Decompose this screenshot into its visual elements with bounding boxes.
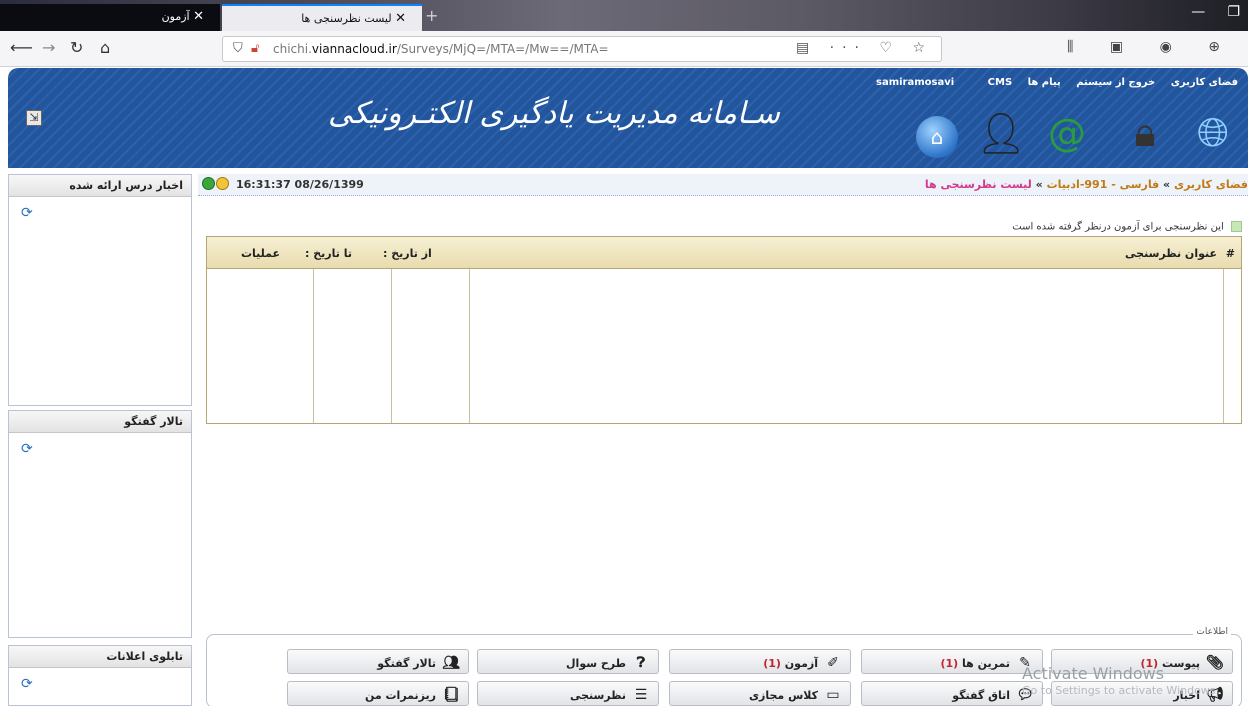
toolbar-icons[interactable]: ⫼ ▣ ◉ ⊕ xyxy=(1067,39,1236,55)
tab-surveys-list[interactable]: ✕ لیست نظرسنجی ها xyxy=(222,4,422,31)
question-icon: ❓︎ xyxy=(636,655,646,671)
breadcrumb-current: لیست نظرسنجی ها xyxy=(924,178,1032,191)
sidebar-box-forum: تالار گفتگو ⟳ xyxy=(8,410,192,638)
column-divider xyxy=(469,269,470,423)
activate-windows-hint: Go to Settings to activate Windows xyxy=(1022,684,1216,697)
surveys-table: # عنوان نظرسنجی از تاریخ : تا تاریخ : عم… xyxy=(206,236,1242,424)
link-cms[interactable]: CMS xyxy=(988,77,1013,88)
url-path: /Surveys/MjQ=/MTA=/Mw==/MTA= xyxy=(396,42,609,56)
url-actions[interactable]: ▤ ··· ♡ ☆ xyxy=(796,40,933,56)
reload-icon[interactable]: ↻ xyxy=(70,38,83,57)
navigation-bar: ⟵ → ↻ ⌂ ⛉ 🔓︎ chichi.viannacloud.ir/Surve… xyxy=(0,31,1248,67)
home-icon[interactable]: ⌂ xyxy=(100,38,110,57)
button-label: اتاق گفتگو xyxy=(952,689,1010,702)
window-controls[interactable]: — ❐ xyxy=(1191,4,1240,20)
datetime: 16:31:37 08/26/1399 xyxy=(236,178,364,191)
new-tab-icon[interactable]: + xyxy=(425,6,438,25)
table-header: # عنوان نظرسنجی از تاریخ : تا تاریخ : عم… xyxy=(207,237,1241,269)
column-divider xyxy=(391,269,392,423)
my-grades-button[interactable]: 📒︎ ریزنمرات من xyxy=(287,681,469,706)
sidebar-box-title: اخبار درس ارائه شده xyxy=(9,175,191,197)
url-domain: viannacloud.ir xyxy=(311,42,397,56)
exercises-button[interactable]: ✎تمرین ها (1) xyxy=(861,649,1043,674)
virtual-class-button[interactable]: ▭ کلاس مجازی xyxy=(669,681,851,706)
list-icon: ☰ xyxy=(634,687,648,703)
email-icon[interactable]: @ xyxy=(1042,108,1092,158)
sun-icon xyxy=(216,177,229,190)
count-badge: (1) xyxy=(763,657,781,670)
link-logout[interactable]: خروج از سیستم xyxy=(1076,77,1155,88)
button-label: نظرسنجی xyxy=(569,689,626,702)
refresh-icon[interactable]: ⟳ xyxy=(21,441,35,457)
breadcrumb: فضای کاربری » فارسی - 991-ادبیات » لیست … xyxy=(925,178,1248,191)
shield-icon[interactable]: ⛉ xyxy=(233,41,243,56)
breadcrumb-course[interactable]: فارسی - 991-ادبیات xyxy=(1047,178,1160,191)
legend-swatch xyxy=(1231,221,1242,232)
tab-title: لیست نظرسنجی ها xyxy=(301,12,392,25)
button-label: ریزنمرات من xyxy=(364,689,436,702)
chat-room-button[interactable]: 💬︎اتاق گفتگو xyxy=(861,681,1043,706)
col-survey-title: عنوان نظرسنجی xyxy=(1125,247,1217,260)
url-prefix: chichi. xyxy=(273,42,312,56)
board-icon: ▭ xyxy=(826,687,840,703)
user-icon[interactable]: 👤︎ xyxy=(976,108,1027,158)
home-icon[interactable]: ⌂ xyxy=(916,116,958,158)
activate-windows-watermark: Activate Windows xyxy=(1022,664,1165,683)
username[interactable]: samiramosavi xyxy=(876,77,954,88)
lock-icon[interactable]: 🔒︎ xyxy=(1120,108,1170,158)
button-label: تالار گفتگو xyxy=(377,657,436,670)
question-design-button[interactable]: ❓︎ طرح سوال xyxy=(477,649,659,674)
col-to-date: تا تاریخ : xyxy=(305,247,352,260)
button-label: آزمون xyxy=(784,657,818,670)
tab-azmoon[interactable]: ✕ آزمون xyxy=(0,4,220,31)
info-caption: اطلاعات xyxy=(1193,627,1231,637)
sidebar-box-announcements: تابلوی اعلانات ⟳ xyxy=(8,645,192,706)
breadcrumb-user-space[interactable]: فضای کاربری xyxy=(1174,178,1248,191)
button-label: طرح سوال xyxy=(566,657,626,670)
link-user-space[interactable]: فضای کاربری xyxy=(1171,77,1238,88)
forum-button[interactable]: 👥︎ تالار گفتگو xyxy=(287,649,469,674)
button-label: تمرین ها xyxy=(962,657,1010,670)
people-icon: 👥︎ xyxy=(442,655,460,671)
button-label: کلاس مجازی xyxy=(748,689,818,702)
breadcrumb-separator: » xyxy=(1163,178,1171,191)
back-icon[interactable]: ⟵ xyxy=(10,38,33,57)
col-from-date: از تاریخ : xyxy=(383,247,432,260)
breadcrumb-separator: » xyxy=(1035,178,1043,191)
insecure-lock-icon[interactable]: 🔓︎ xyxy=(251,41,259,56)
refresh-icon[interactable]: ⟳ xyxy=(21,676,35,692)
site-logo-text: سـامانه مدیریت یادگیری الکتـرونیکی xyxy=(328,96,780,131)
sidebar-box-title: تابلوی اعلانات xyxy=(9,646,191,668)
notebook-icon: 📒︎ xyxy=(442,687,460,703)
status-online-icon xyxy=(202,177,215,190)
pen-ruler-icon: ✐ xyxy=(827,655,839,671)
close-icon[interactable]: ✕ xyxy=(193,9,204,24)
col-operations: عملیات xyxy=(241,247,281,260)
column-divider xyxy=(1223,269,1224,423)
site-header: فضای کاربری خروج از سیستم پیام ها samira… xyxy=(8,68,1248,168)
breadcrumb-bar: 16:31:37 08/26/1399 فضای کاربری » فارسی … xyxy=(198,174,1248,196)
legend: این نظرسنجی برای آزمون درنظر گرفته شده ا… xyxy=(1012,221,1242,233)
tab-title: آزمون xyxy=(161,10,190,23)
exam-button[interactable]: ✐ آزمون (1) xyxy=(669,649,851,674)
exit-icon[interactable]: ⇲ xyxy=(26,110,42,126)
legend-text: این نظرسنجی برای آزمون درنظر گرفته شده ا… xyxy=(1012,221,1224,233)
survey-button[interactable]: ☰ نظرسنجی xyxy=(477,681,659,706)
link-messages[interactable]: پیام ها xyxy=(1028,77,1061,88)
header-links: فضای کاربری خروج از سیستم پیام ها samira… xyxy=(846,77,1238,88)
browser-tabstrip: ✕ آزمون ✕ لیست نظرسنجی ها + — ❐ xyxy=(0,0,1248,31)
sidebar-box-title: تالار گفتگو xyxy=(9,411,191,433)
forward-icon[interactable]: → xyxy=(42,38,55,57)
globe-icon[interactable]: 🌐︎ xyxy=(1188,108,1238,158)
paperclip-icon: 📎︎ xyxy=(1206,655,1224,671)
count-badge: (1) xyxy=(940,657,959,670)
button-label: پیوست xyxy=(1162,657,1200,670)
sidebar-box-course-news: اخبار درس ارائه شده ⟳ xyxy=(8,174,192,406)
close-icon[interactable]: ✕ xyxy=(395,11,406,26)
address-bar[interactable]: ⛉ 🔓︎ chichi.viannacloud.ir/Surveys/MjQ=/… xyxy=(222,36,942,62)
col-number: # xyxy=(1225,247,1235,260)
refresh-icon[interactable]: ⟳ xyxy=(21,205,35,221)
column-divider xyxy=(313,269,314,423)
